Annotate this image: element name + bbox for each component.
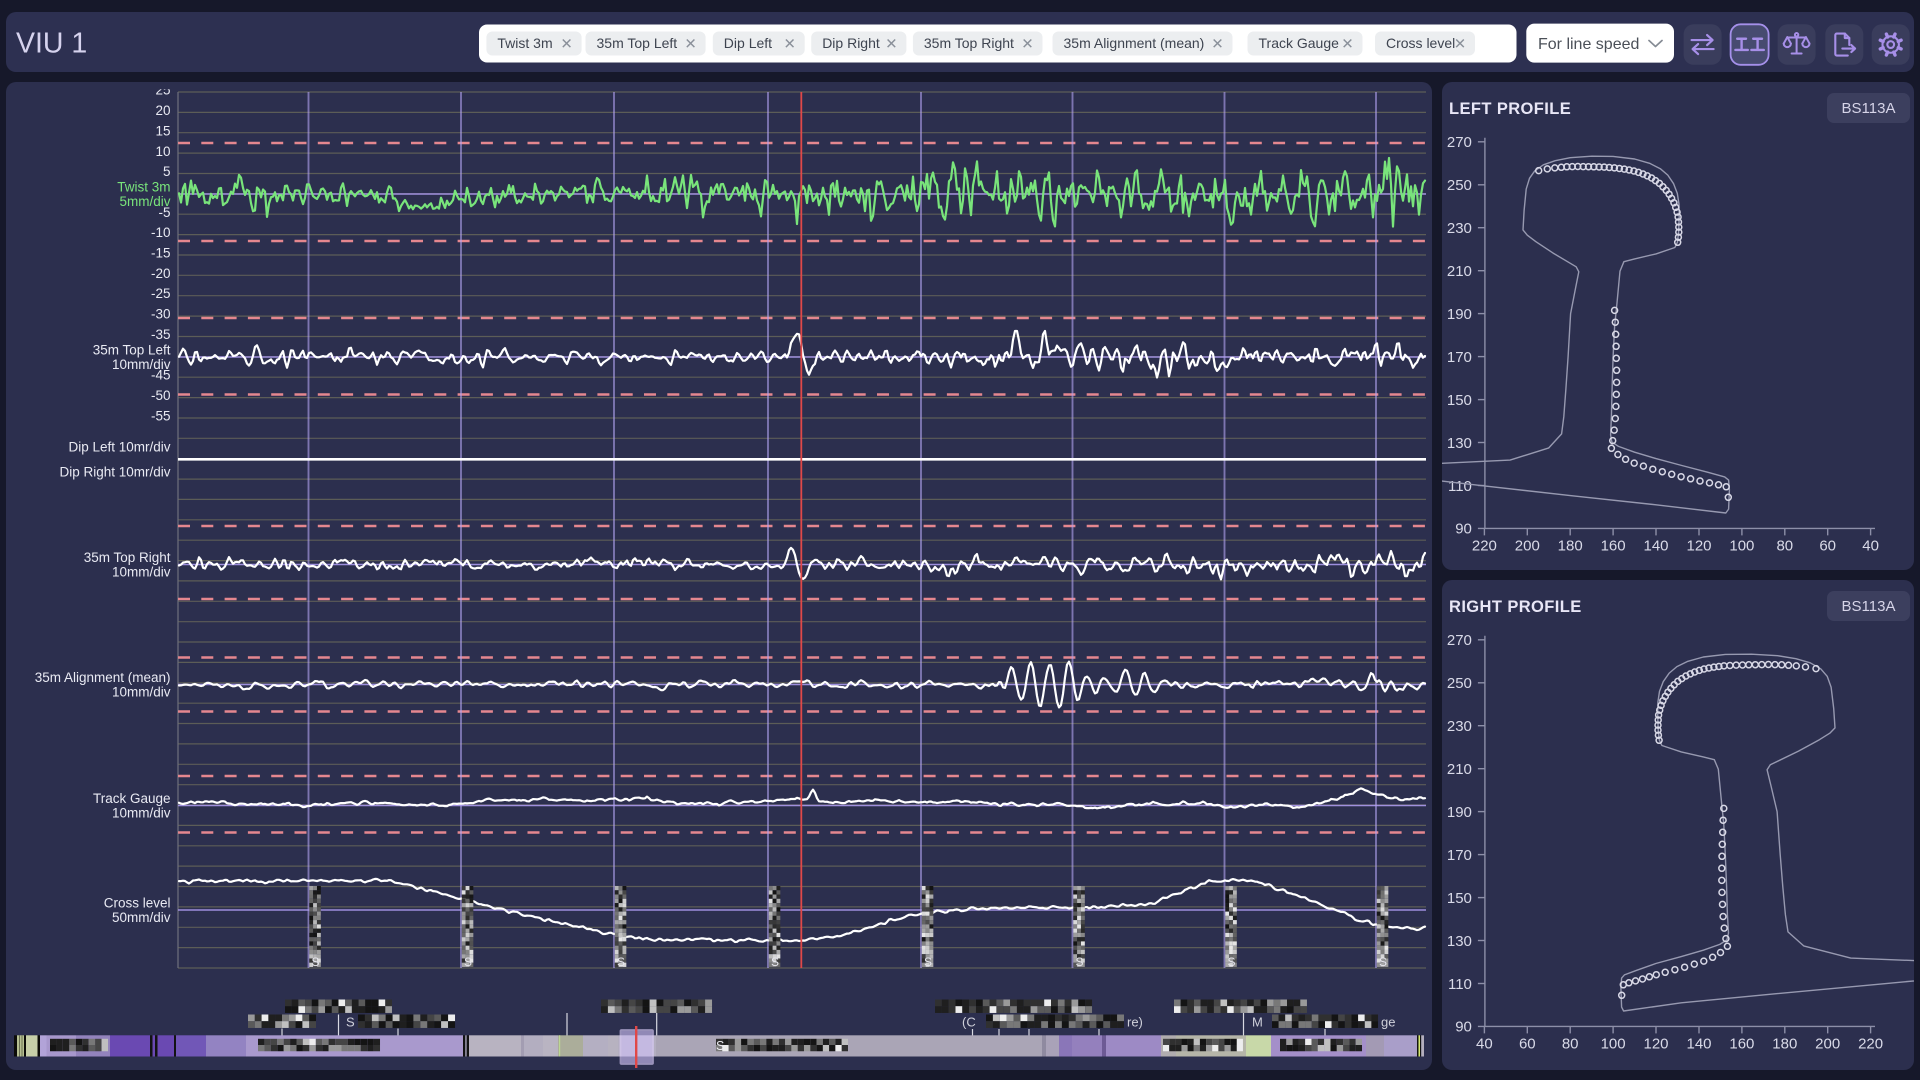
svg-text:140: 140 <box>1643 537 1668 554</box>
svg-text:-35: -35 <box>151 327 171 342</box>
svg-text:130: 130 <box>1447 435 1472 452</box>
svg-text:VIU 1: VIU 1 <box>16 28 87 60</box>
svg-text:35m Top Left: 35m Top Left <box>93 343 171 358</box>
svg-text:BS113A: BS113A <box>1842 598 1896 615</box>
svg-text:160: 160 <box>1601 537 1626 554</box>
svg-text:180: 180 <box>1558 537 1583 554</box>
svg-text:Dip Right 10mr/div: Dip Right 10mr/div <box>59 465 170 480</box>
svg-text:S: S <box>716 1039 724 1053</box>
svg-text:Track Gauge: Track Gauge <box>93 791 171 806</box>
svg-text:250: 250 <box>1447 675 1472 692</box>
svg-text:60: 60 <box>1819 537 1836 554</box>
svg-text:60: 60 <box>1519 1035 1536 1052</box>
svg-text:M: M <box>1252 1015 1263 1030</box>
svg-text:S: S <box>1075 955 1083 969</box>
svg-text:35m Top Right: 35m Top Right <box>924 35 1014 51</box>
svg-text:130: 130 <box>1447 933 1472 950</box>
svg-text:80: 80 <box>1562 1035 1579 1052</box>
svg-text:50mm/div: 50mm/div <box>112 910 171 925</box>
svg-text:ge: ge <box>1381 1015 1395 1030</box>
svg-text:120: 120 <box>1643 1035 1668 1052</box>
svg-text:Track Gauge: Track Gauge <box>1259 35 1340 51</box>
svg-text:-30: -30 <box>151 307 171 322</box>
svg-text:160: 160 <box>1729 1035 1754 1052</box>
svg-text:40: 40 <box>1862 537 1879 554</box>
svg-text:S: S <box>617 955 625 969</box>
svg-text:90: 90 <box>1455 521 1472 538</box>
svg-text:210: 210 <box>1447 263 1472 280</box>
svg-text:100: 100 <box>1729 537 1754 554</box>
svg-text:35m Top Left: 35m Top Left <box>597 35 678 51</box>
svg-text:20: 20 <box>155 103 170 118</box>
svg-text:BS113A: BS113A <box>1842 100 1896 117</box>
svg-text:230: 230 <box>1447 718 1472 735</box>
svg-text:200: 200 <box>1815 1035 1840 1052</box>
svg-text:90: 90 <box>1455 1019 1472 1036</box>
svg-text:80: 80 <box>1776 537 1793 554</box>
svg-text:S: S <box>924 955 932 969</box>
svg-text:re): re) <box>1127 1015 1143 1030</box>
svg-text:170: 170 <box>1447 349 1472 366</box>
svg-text:100: 100 <box>1601 1035 1626 1052</box>
svg-text:150: 150 <box>1447 890 1472 907</box>
svg-text:-10: -10 <box>151 225 171 240</box>
svg-text:-20: -20 <box>151 266 171 281</box>
svg-text:10mm/div: 10mm/div <box>112 565 171 580</box>
svg-text:10mm/div: 10mm/div <box>112 685 171 700</box>
svg-text:15: 15 <box>155 123 170 138</box>
svg-text:S: S <box>771 955 779 969</box>
svg-text:40: 40 <box>1476 1035 1493 1052</box>
svg-text:S: S <box>1379 955 1387 969</box>
svg-text:220: 220 <box>1858 1035 1883 1052</box>
svg-text:180: 180 <box>1772 1035 1797 1052</box>
svg-text:140: 140 <box>1686 1035 1711 1052</box>
svg-text:Twist 3m: Twist 3m <box>117 180 170 195</box>
svg-text:S: S <box>311 955 319 969</box>
svg-text:120: 120 <box>1686 537 1711 554</box>
svg-text:LEFT PROFILE: LEFT PROFILE <box>1449 100 1571 118</box>
svg-text:S: S <box>346 1015 355 1030</box>
svg-text:190: 190 <box>1447 306 1472 323</box>
svg-text:150: 150 <box>1447 392 1472 409</box>
svg-text:35m Alignment (mean): 35m Alignment (mean) <box>1064 35 1205 51</box>
svg-text:170: 170 <box>1447 847 1472 864</box>
svg-text:270: 270 <box>1447 134 1472 151</box>
svg-text:210: 210 <box>1447 761 1472 778</box>
svg-text:200: 200 <box>1515 537 1540 554</box>
svg-text:(C: (C <box>962 1015 976 1030</box>
svg-text:-55: -55 <box>151 408 171 423</box>
svg-text:35m Alignment (mean): 35m Alignment (mean) <box>35 670 171 685</box>
svg-text:-25: -25 <box>151 286 171 301</box>
svg-text:110: 110 <box>1448 976 1472 993</box>
svg-text:Dip Left 10mr/div: Dip Left 10mr/div <box>68 440 170 455</box>
svg-text:10: 10 <box>155 144 170 159</box>
svg-text:S: S <box>1227 955 1235 969</box>
svg-text:190: 190 <box>1447 804 1472 821</box>
svg-text:270: 270 <box>1447 632 1472 649</box>
svg-text:Twist 3m: Twist 3m <box>497 35 552 51</box>
svg-text:35m Top Right: 35m Top Right <box>84 550 171 565</box>
svg-text:Cross level: Cross level <box>104 896 171 911</box>
svg-text:5: 5 <box>163 164 171 179</box>
svg-text:10mm/div: 10mm/div <box>112 357 171 372</box>
svg-text:Dip Left: Dip Left <box>724 35 772 51</box>
svg-text:220: 220 <box>1472 537 1497 554</box>
svg-text:230: 230 <box>1447 220 1472 237</box>
svg-text:S: S <box>464 955 472 969</box>
svg-text:110: 110 <box>1448 478 1472 495</box>
svg-text:5mm/div: 5mm/div <box>119 194 170 209</box>
svg-text:-15: -15 <box>151 246 171 261</box>
svg-text:-50: -50 <box>151 388 171 403</box>
svg-text:250: 250 <box>1447 177 1472 194</box>
svg-text:Dip Right: Dip Right <box>822 35 880 51</box>
svg-text:10mm/div: 10mm/div <box>112 806 171 821</box>
svg-text:For line speed: For line speed <box>1538 36 1639 53</box>
svg-text:Cross level: Cross level <box>1386 35 1455 51</box>
svg-text:RIGHT PROFILE: RIGHT PROFILE <box>1449 598 1582 616</box>
